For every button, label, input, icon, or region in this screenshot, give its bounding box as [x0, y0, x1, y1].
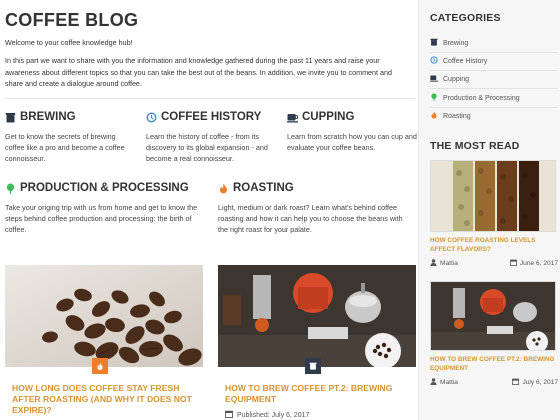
intro-paragraph: In this part we want to share with you t…: [5, 56, 393, 88]
user-icon: [430, 259, 437, 268]
category-description: Learn the history of coffee - from its d…: [146, 132, 268, 163]
category-description: Get to know the secrets of brewing coffe…: [5, 132, 125, 163]
author-name: Mattia: [440, 260, 458, 267]
sidebar-item-production-processing[interactable]: Production & Processing: [430, 89, 558, 107]
sidebar-item-label: Production & Processing: [443, 94, 520, 102]
category-production-processing[interactable]: PRODUCTION & PROCESSING Take your origin…: [5, 182, 205, 235]
post-card[interactable]: HOW TO BREW COFFEE PT.2: BREWING EQUIPME…: [218, 265, 416, 420]
kettle-icon: [430, 38, 438, 48]
most-read-title[interactable]: HOW COFFEE ROASTING LEVELS AFFECT FLAVOR…: [430, 237, 558, 254]
post-title[interactable]: HOW TO BREW COFFEE PT.2: BREWING EQUIPME…: [225, 383, 411, 405]
sidebar-item-label: Brewing: [443, 39, 469, 47]
post-image-brewing-equipment[interactable]: [218, 265, 416, 367]
history-icon: [146, 111, 157, 123]
category-cupping[interactable]: CUPPING Learn from scratch how you can c…: [287, 111, 417, 153]
calendar-icon: [509, 259, 517, 268]
plant-icon: [5, 183, 16, 194]
most-read-title[interactable]: HOW TO BREW COFFEE PT.2: BREWING EQUIPME…: [430, 356, 558, 373]
most-read-meta: Mattia June 6, 2017: [430, 259, 558, 268]
history-icon: [430, 56, 438, 66]
user-icon: [430, 378, 437, 387]
category-description: Light, medium or dark roast? Learn what'…: [218, 203, 403, 234]
flame-icon: [218, 183, 229, 194]
post-date: June 6, 2017: [519, 260, 558, 267]
plant-icon: [430, 93, 438, 103]
category-title: BREWING: [20, 111, 76, 123]
most-read-meta: Mattia July 6, 2017: [430, 378, 558, 387]
calendar-icon: [225, 410, 233, 420]
divider: [5, 98, 415, 99]
category-title: COFFEE HISTORY: [161, 111, 262, 123]
post-title[interactable]: HOW LONG DOES COFFEE STAY FRESH AFTER RO…: [12, 383, 198, 416]
category-description: Take your origing trip with us from home…: [5, 203, 198, 234]
cup-icon: [430, 74, 438, 84]
cup-icon: [287, 112, 298, 123]
category-coffee-history[interactable]: COFFEE HISTORY Learn the history of coff…: [146, 111, 276, 164]
main-content: COFFEE BLOG Welcome to your coffee knowl…: [0, 0, 418, 420]
category-description: Learn from scratch how you can cup and e…: [287, 132, 417, 152]
sidebar-item-label: Coffee History: [443, 57, 488, 65]
most-read-image-green-and-roasted-beans[interactable]: [430, 160, 556, 232]
post-date: Published: July 6, 2017: [237, 411, 310, 419]
sidebar-item-label: Roasting: [443, 112, 471, 120]
most-read-heading: THE MOST READ: [430, 140, 520, 152]
welcome-text: Welcome to your coffee knowledge hub!: [5, 38, 133, 47]
calendar-icon: [512, 378, 520, 387]
post-meta: Published: July 6, 2017: [225, 410, 309, 420]
page-title: COFFEE BLOG: [5, 10, 139, 30]
sidebar: CATEGORIES Brewing Coffee History Cuppin…: [418, 0, 560, 420]
categories-heading: CATEGORIES: [430, 12, 501, 24]
post-date: July 6, 2017: [522, 379, 558, 386]
sidebar-item-brewing[interactable]: Brewing: [430, 34, 558, 52]
sidebar-item-roasting[interactable]: Roasting: [430, 107, 558, 125]
flame-icon: [97, 362, 103, 370]
category-title: ROASTING: [233, 182, 294, 194]
post-category-badge: [305, 358, 321, 374]
sidebar-item-label: Cupping: [443, 75, 470, 83]
author-name: Mattia: [440, 379, 458, 386]
most-read-image-brewing-equipment[interactable]: [430, 281, 556, 351]
post-category-badge: [92, 358, 108, 374]
category-roasting[interactable]: ROASTING Light, medium or dark roast? Le…: [218, 182, 408, 235]
category-title: CUPPING: [302, 111, 355, 123]
category-brewing[interactable]: BREWING Get to know the secrets of brewi…: [5, 111, 135, 164]
sidebar-item-coffee-history[interactable]: Coffee History: [430, 52, 558, 70]
flame-icon: [430, 111, 438, 121]
sidebar-item-cupping[interactable]: Cupping: [430, 70, 558, 88]
post-image-coffee-beans[interactable]: [5, 265, 203, 367]
post-card[interactable]: HOW LONG DOES COFFEE STAY FRESH AFTER RO…: [5, 265, 203, 420]
category-title: PRODUCTION & PROCESSING: [20, 182, 189, 194]
kettle-icon: [309, 362, 317, 370]
kettle-icon: [5, 112, 16, 123]
